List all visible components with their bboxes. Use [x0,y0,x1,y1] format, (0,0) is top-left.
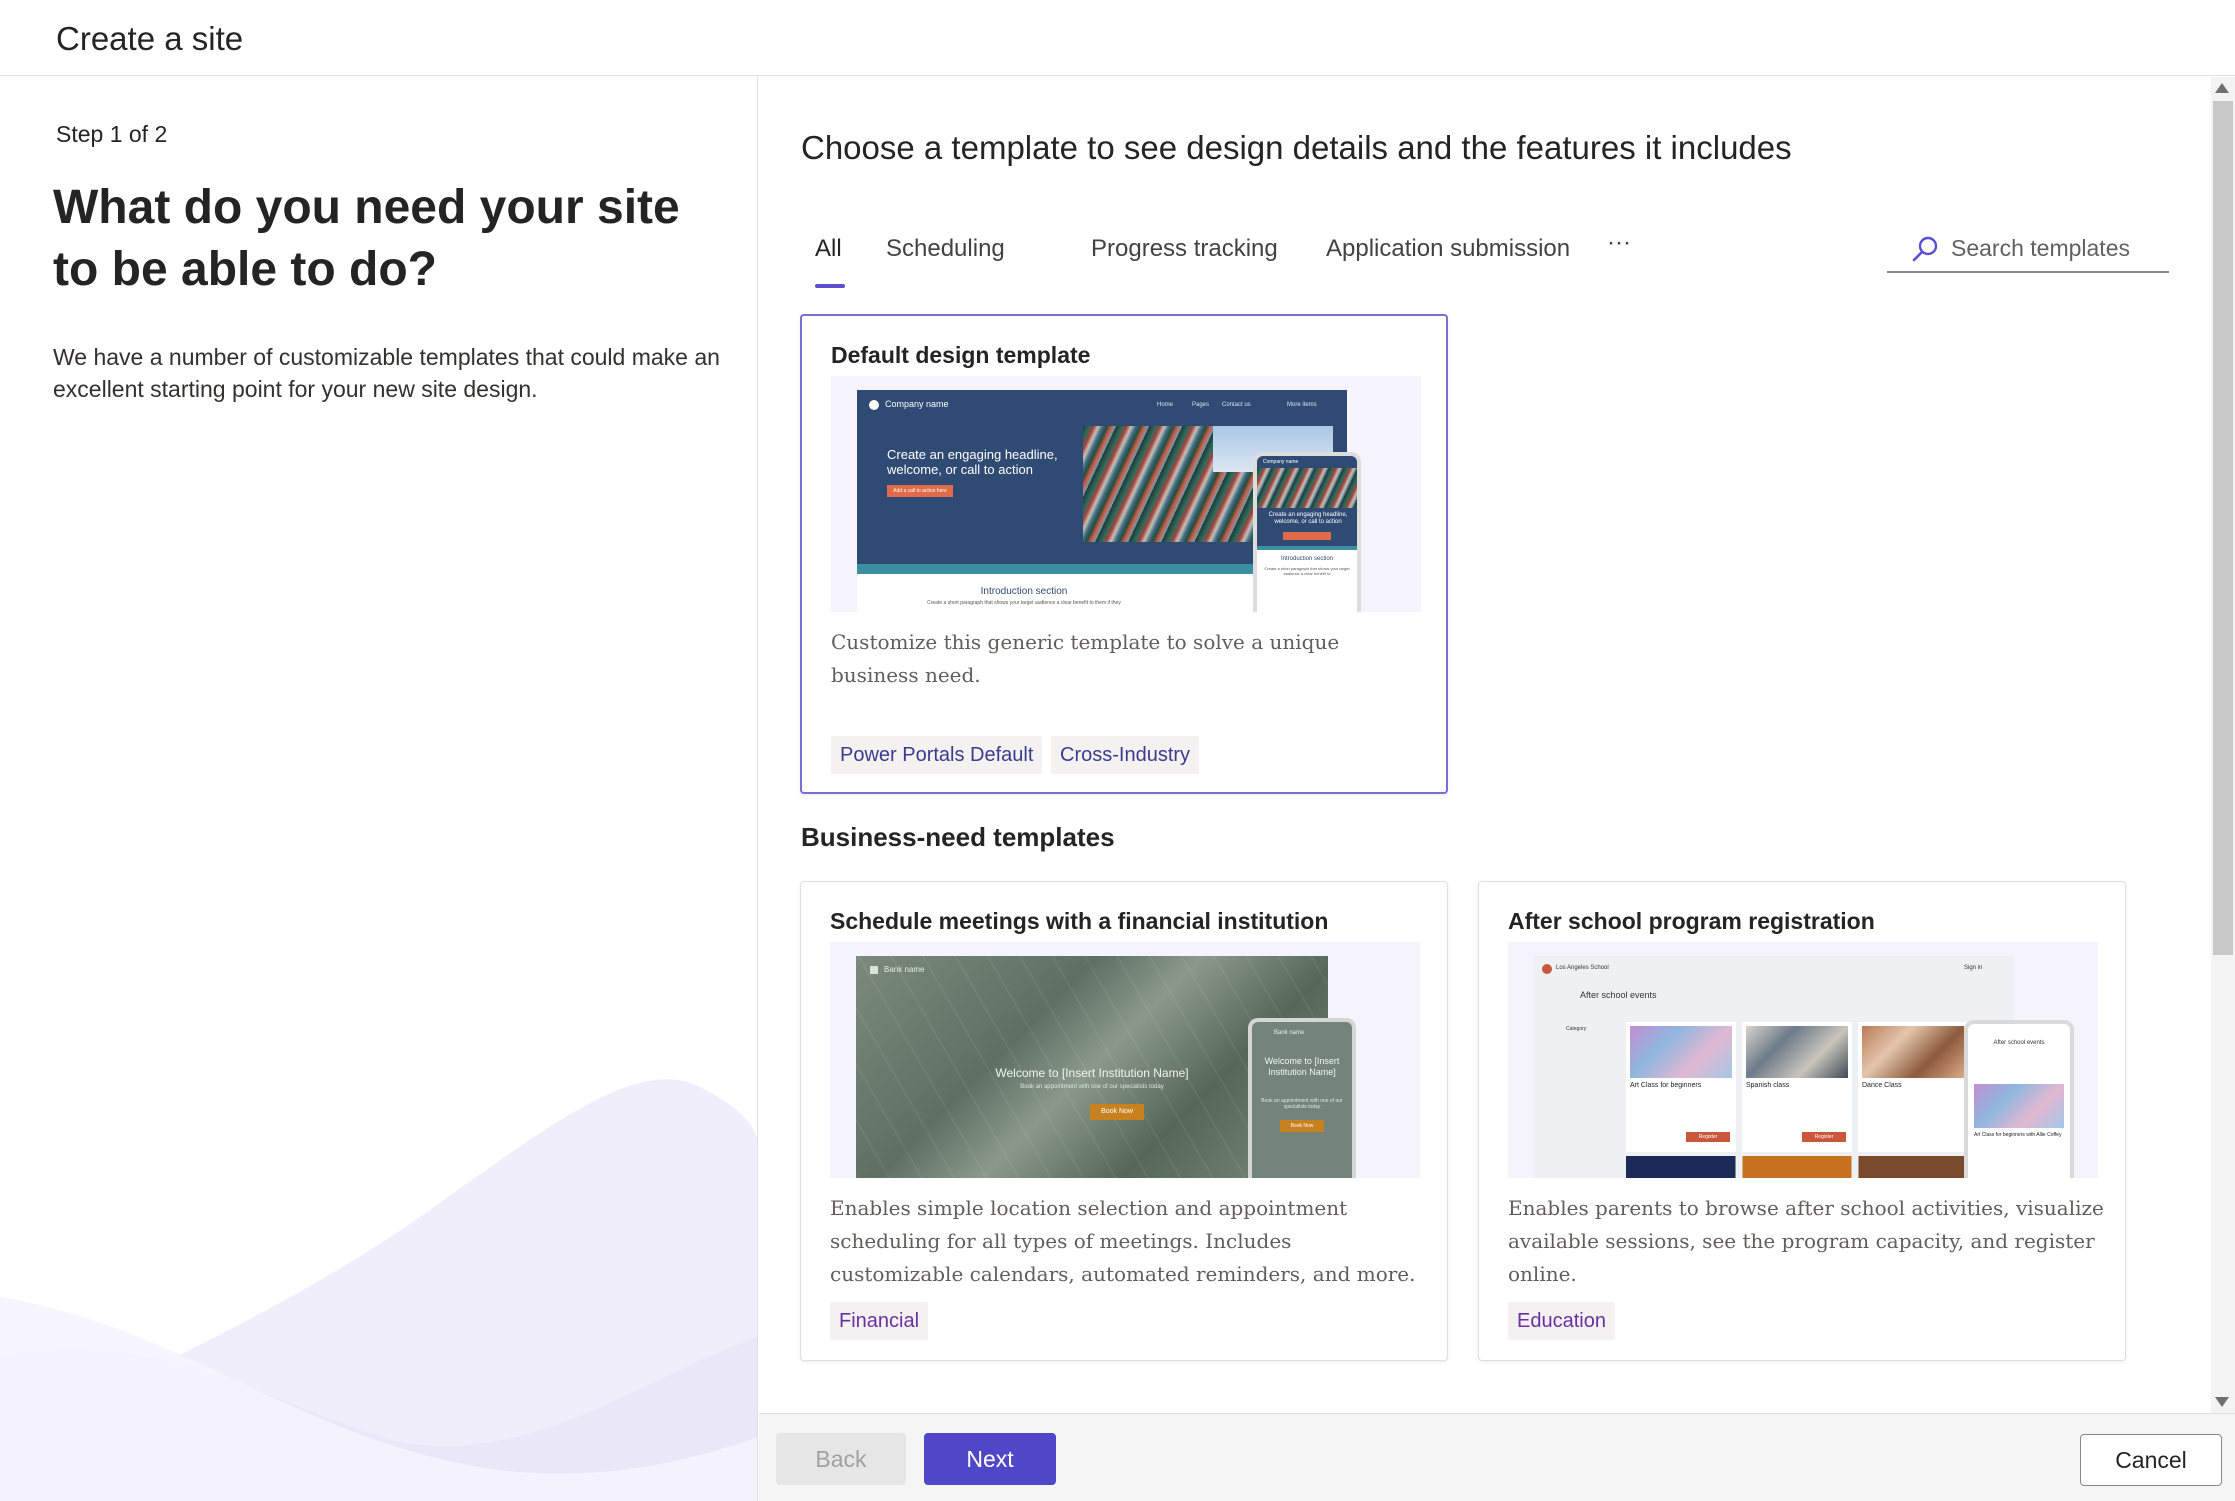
tab-active-indicator [815,284,845,288]
template-card-education[interactable]: After school program registration Los An… [1478,881,2126,1361]
template-title: Default design template [831,342,1091,368]
tab-scheduling[interactable]: Scheduling [886,235,1005,263]
template-preview-image: Los Angeles School Sign in After school … [1508,942,2098,1178]
template-tag: Cross-Industry [1051,736,1200,774]
preview-mobile: Bank name Welcome to [Insert Institution… [1248,1018,1356,1178]
template-card-default[interactable]: Default design template Company name Hom… [800,314,1448,794]
scroll-up-icon[interactable] [2215,83,2229,93]
template-description: Enables parents to browse after school a… [1508,1196,2104,1286]
template-description: Customize this generic template to solve… [831,630,1340,687]
dialog-footer: Back Next Cancel [759,1413,2235,1501]
left-panel: Step 1 of 2 What do you need your site t… [0,77,758,1501]
back-button[interactable]: Back [776,1433,906,1485]
company-logo-icon [869,400,879,410]
decorative-waves [0,1079,757,1501]
preview-desktop: Los Angeles School Sign in After school … [1534,956,2014,1178]
section-title: Business-need templates [801,822,1115,852]
search-icon [1912,236,1938,262]
template-preview-image: Bank name Welcome to [Insert Institution… [830,942,1420,1178]
dialog-title: Create a site [56,20,244,57]
next-button[interactable]: Next [924,1433,1056,1485]
template-card-financial[interactable]: Schedule meetings with a financial insti… [800,881,1448,1361]
preview-company: Company name [885,399,949,409]
scroll-down-icon[interactable] [2215,1397,2229,1407]
preview-mobile: After school events Art Class for beginn… [1964,1020,2074,1178]
template-tag: Education [1508,1302,1615,1340]
tab-progress-tracking[interactable]: Progress tracking [1091,235,1278,263]
template-description: Enables simple location selection and ap… [830,1196,1416,1286]
dialog-header: Create a site [0,0,2235,76]
template-title: Schedule meetings with a financial insti… [830,908,1329,934]
preview-mobile: Company name Create an engaging headline… [1253,452,1361,612]
step-indicator: Step 1 of 2 [56,121,168,147]
template-tag: Power Portals Default [831,736,1043,774]
tab-more-icon[interactable]: ··· [1607,229,1631,257]
page-description: We have a number of customizable templat… [53,344,720,402]
tab-all[interactable]: All [815,235,842,263]
vertical-scrollbar[interactable] [2211,77,2235,1413]
page-question: What do you need your site to be able to… [53,181,680,296]
school-logo-icon [1542,964,1552,974]
panel-heading: Choose a template to see design details … [801,129,1792,166]
bank-logo-icon [870,966,878,974]
search-box[interactable] [1887,227,2169,273]
template-preview-image: Company name Home Pages Contact us More … [831,376,1421,612]
template-title: After school program registration [1508,908,1875,934]
cancel-button[interactable]: Cancel [2080,1434,2222,1486]
scrollbar-thumb[interactable] [2213,101,2233,955]
template-tag: Financial [830,1302,929,1340]
tab-application-submission[interactable]: Application submission [1326,235,1570,263]
template-panel: Choose a template to see design details … [759,77,2211,1413]
search-input[interactable] [1951,233,2161,263]
